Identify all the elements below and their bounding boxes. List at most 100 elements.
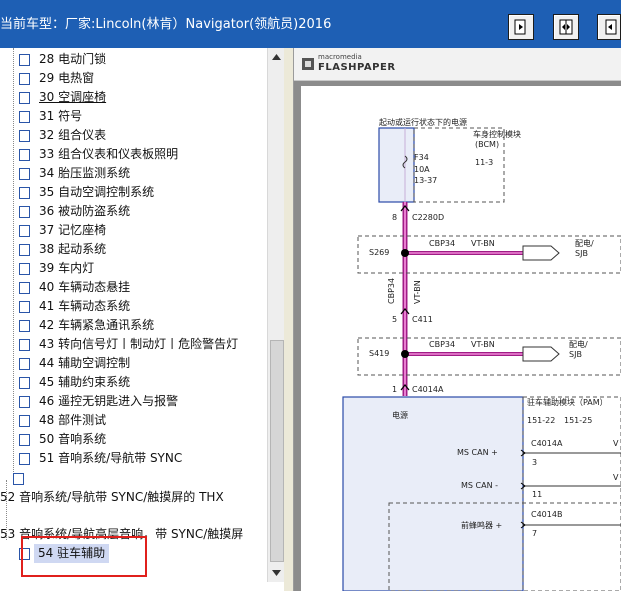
tree-guide-line	[13, 48, 14, 480]
document-icon	[19, 339, 30, 351]
document-icon	[19, 111, 30, 123]
window-title: 当前车型：厂家:Lincoln(林肯）Navigator(领航员)2016	[0, 17, 332, 32]
pam-page2: 151-25	[564, 416, 593, 425]
tree-item-label: 39 车内灯	[39, 261, 95, 275]
highlight-box	[21, 536, 147, 577]
tree-item-label: 34 胎压监测系统	[39, 166, 131, 180]
document-icon	[19, 320, 30, 332]
fit-width-icon	[559, 19, 573, 35]
tree-item-label: 43 转向信号灯丨制动灯丨危险警告灯	[39, 337, 239, 351]
document-icon	[19, 92, 30, 104]
dist1-label: 配电/	[575, 239, 594, 248]
dist1-label-b: SJB	[575, 249, 588, 258]
bcm-page: 11-3	[475, 158, 494, 167]
document-icon	[19, 149, 30, 161]
can-plus-label: MS CAN +	[457, 448, 498, 457]
brand-big: FLASHPAPER	[318, 62, 396, 73]
bcm-abbr: (BCM)	[475, 140, 500, 149]
conn3-pin: 1	[392, 385, 398, 394]
document-icon	[19, 415, 30, 427]
power-label: 电源	[392, 411, 408, 420]
tree-item-label: 51 音响系统/导航带 SYNC	[39, 451, 183, 465]
document-icon	[19, 434, 30, 446]
pam-title: 驻车辅助模块（PAM）	[527, 398, 608, 407]
page-back-icon	[605, 19, 617, 35]
pam-page1: 151-22	[527, 416, 556, 425]
document-icon	[19, 396, 30, 408]
connector-arrow-1	[522, 245, 560, 261]
conn3-name: C4014A	[412, 385, 444, 394]
document-icon	[19, 168, 30, 180]
page-back-button[interactable]	[597, 14, 621, 40]
wire-b-name: CBP34	[429, 340, 456, 349]
document-icon	[19, 282, 30, 294]
document-icon	[19, 301, 30, 313]
tree-item-label: 29 电热窗	[39, 71, 95, 85]
document-icon	[13, 473, 24, 485]
document-icon	[19, 130, 30, 142]
document-icon	[19, 244, 30, 256]
vwire-color: VT-BN	[413, 280, 422, 304]
conn2-pin: 5	[392, 315, 398, 324]
bcm-title: 车身控制模块	[473, 130, 521, 139]
tree-item-label: 35 自动空调控制系统	[39, 185, 155, 199]
bcm-fuse-box	[378, 127, 415, 203]
fit-width-button[interactable]	[553, 14, 579, 40]
scroll-up-icon[interactable]	[272, 54, 281, 60]
pin7-label: 7	[532, 529, 538, 538]
tree-item-label: 32 组合仪表	[39, 128, 107, 142]
wire-a-name: CBP34	[429, 239, 456, 248]
wire-a-color: VT-BN	[471, 239, 495, 248]
tree-item-label: 48 部件测试	[39, 413, 107, 427]
fuse-ref: 13-37	[414, 176, 438, 185]
conn4-label: C4014A	[531, 439, 563, 448]
document-icon	[19, 453, 30, 465]
tree-item-label: 42 车辆紧急通讯系统	[39, 318, 155, 332]
page-forward-button[interactable]	[508, 14, 534, 40]
document-icon	[19, 73, 30, 85]
tree-item-label: 30 空调座椅	[39, 90, 107, 104]
tree-item-label: 37 记忆座椅	[39, 223, 107, 237]
diagram-top-label: 起动或运行状态下的电源	[379, 118, 467, 127]
pin11-label: 11	[532, 490, 543, 499]
wire-b-color: VT-BN	[471, 340, 495, 349]
conn1-name: C2280D	[412, 213, 445, 222]
dist2-label-b: SJB	[569, 350, 582, 359]
splice2-label: S419	[369, 349, 390, 358]
conn1-pin: 8	[392, 213, 398, 222]
tree-item-label: 33 组合仪表和仪表板照明	[39, 147, 179, 161]
document-icon	[19, 377, 30, 389]
title-bar: 当前车型：厂家:Lincoln(林肯）Navigator(领航员)2016	[0, 0, 621, 48]
document-icon	[19, 225, 30, 237]
tree-item-label: 50 音响系统	[39, 432, 107, 446]
v2-label: V	[613, 473, 619, 482]
tree-scrollbar[interactable]	[267, 48, 285, 582]
document-icon	[19, 206, 30, 218]
chapter-tree: 28 电动门锁 29 电热窗 30 空调座椅 31 符号 32 组合仪表 33 组合仪表和…	[0, 48, 267, 591]
document-icon	[19, 358, 30, 370]
connector-arrow-2	[522, 346, 560, 362]
vwire-label: CBP34	[387, 277, 396, 304]
flashpaper-header: macromedia FLASHPAPER	[294, 48, 621, 81]
tree-item-label: 41 车辆动态系统	[39, 299, 131, 313]
scrollbar-thumb[interactable]	[270, 340, 284, 562]
tree-item-label: 28 电动门锁	[39, 52, 107, 66]
document-icon	[19, 54, 30, 66]
fuse-name: F34	[414, 153, 429, 162]
splice1-label: S269	[369, 248, 390, 257]
tree-item-label: 38 起动系统	[39, 242, 107, 256]
conn2-name: C411	[412, 315, 433, 324]
buzzer-label: 前蜂鸣器 +	[461, 521, 503, 530]
pane-splitter[interactable]	[284, 48, 294, 591]
can-minus-label: MS CAN -	[461, 481, 498, 490]
page-forward-icon	[514, 19, 526, 35]
wiring-diagram-page: 起动或运行状态下的电源 车身控制模块 (BCM) F34 10A 13-37 1…	[301, 86, 621, 591]
brand-small: macromedia	[318, 53, 362, 61]
scroll-down-icon[interactable]	[272, 570, 281, 576]
flashpaper-logo-icon	[302, 58, 314, 70]
dist2-label: 配电/	[569, 340, 588, 349]
v1-label: V	[613, 439, 619, 448]
pam-power-box	[342, 396, 524, 591]
document-icon	[19, 263, 30, 275]
conn5-label: C4014B	[531, 510, 563, 519]
